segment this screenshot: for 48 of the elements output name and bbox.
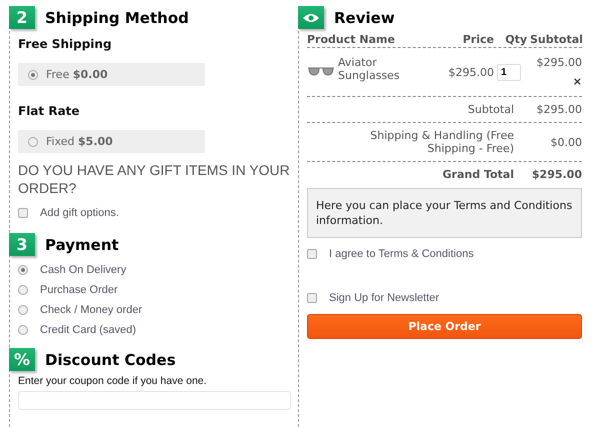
shipping-option[interactable]: Free $0.00 <box>18 63 205 86</box>
column-header: Product Name <box>307 33 396 46</box>
checkbox[interactable] <box>18 208 28 218</box>
subtotal-cell: $295.00 <box>536 56 582 69</box>
column-header: Subtotal <box>530 33 582 46</box>
payment-option[interactable]: Credit Card (saved) <box>18 320 290 340</box>
section-title: Payment <box>45 236 119 254</box>
newsletter-option[interactable]: Sign Up for Newsletter <box>307 288 582 308</box>
gift-question: DO YOU HAVE ANY GIFT ITEMS IN YOUR ORDER? <box>18 161 290 197</box>
payment-option[interactable]: Check / Money order <box>18 300 290 320</box>
shipping-group-title: Free Shipping <box>18 37 113 51</box>
sunglasses-icon <box>307 66 335 76</box>
eye-icon <box>303 12 319 22</box>
section-title: Review <box>334 8 395 26</box>
step-badge: 3 <box>9 233 35 256</box>
radio-button[interactable] <box>18 285 28 295</box>
price-cell-text: $295.00 <box>448 66 494 79</box>
section-title: Shipping Method <box>45 8 189 26</box>
terms-agree-option[interactable]: I agree to Terms & Conditions <box>307 244 582 264</box>
remove-button[interactable]: × <box>572 75 582 88</box>
total-label: Grand Total <box>442 168 514 181</box>
product-name: Aviator Sunglasses <box>338 56 401 82</box>
shipping-option[interactable]: Fixed $5.00 <box>18 130 205 153</box>
column-header: Qty <box>504 33 527 46</box>
radio-button[interactable] <box>18 265 28 275</box>
checkbox[interactable] <box>307 249 317 259</box>
total-label: Shipping & Handling (Free Shipping - Free) <box>369 129 514 155</box>
total-value: $295.00 <box>536 103 582 116</box>
radio-button[interactable] <box>18 325 28 335</box>
gift-option[interactable]: Add gift options. <box>18 203 290 223</box>
column-header: Price <box>462 33 494 46</box>
total-value: $295.00 <box>530 168 582 181</box>
total-label: Subtotal <box>468 103 514 116</box>
section-title: Discount Codes <box>45 350 176 368</box>
step-badge: % <box>9 348 35 371</box>
payment-option[interactable]: Purchase Order <box>18 280 290 300</box>
shipping-group-title: Flat Rate <box>18 104 81 118</box>
radio-button[interactable] <box>28 136 38 146</box>
terms-text: Here you can place your Terms and Conditions information. <box>307 188 582 238</box>
total-value: $0.00 <box>550 136 582 148</box>
radio-button[interactable] <box>18 305 28 315</box>
step-badge: 2 <box>9 6 35 29</box>
checkbox[interactable] <box>307 293 317 303</box>
coupon-hint: Enter your coupon code if you have one. <box>18 375 208 387</box>
coupon-input-field[interactable] <box>18 391 291 410</box>
qty-input-field[interactable]: 1 <box>497 64 521 81</box>
payment-option[interactable]: Cash On Delivery <box>18 260 290 280</box>
radio-button[interactable] <box>28 70 38 80</box>
